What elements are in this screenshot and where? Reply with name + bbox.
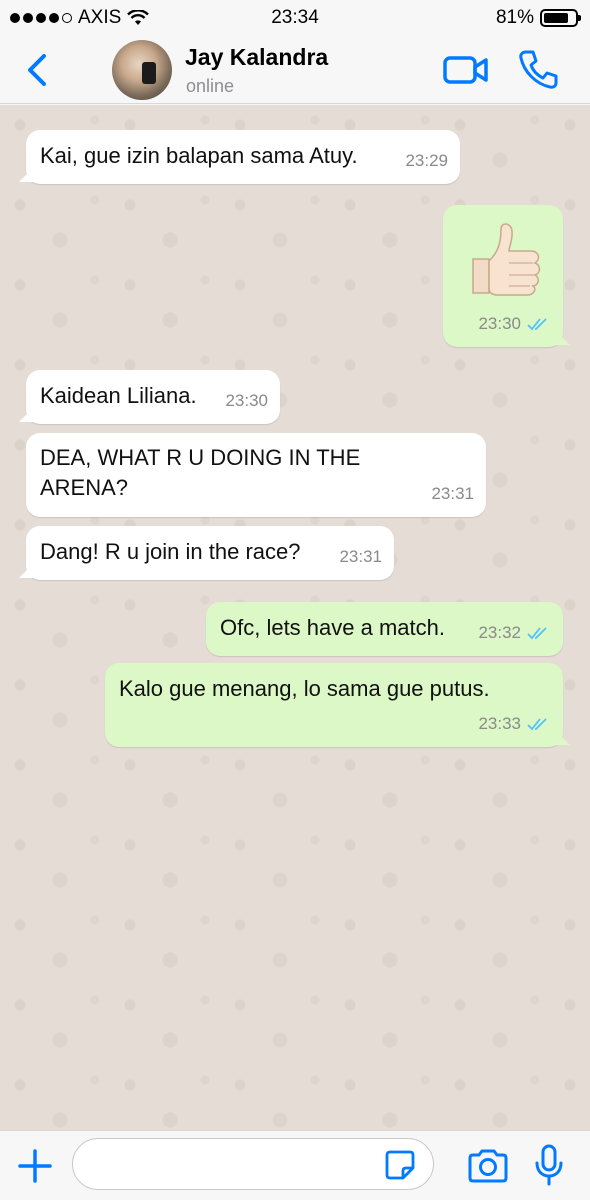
message-time: 23:30 bbox=[225, 391, 268, 410]
message-input[interactable] bbox=[72, 1138, 434, 1190]
message-meta: 23:29 bbox=[405, 146, 448, 176]
video-camera-icon bbox=[443, 56, 488, 84]
battery-icon bbox=[540, 9, 581, 27]
message-input-bar bbox=[0, 1130, 590, 1200]
message-text: DEA, WHAT R U DOING IN THE ARENA? bbox=[40, 445, 361, 500]
camera-icon bbox=[468, 1149, 508, 1183]
camera-button[interactable] bbox=[466, 1148, 510, 1184]
message-incoming[interactable]: Kaidean Liliana. 23:30 bbox=[26, 370, 280, 424]
microphone-icon bbox=[535, 1144, 563, 1186]
contact-avatar[interactable] bbox=[112, 40, 172, 100]
message-time: 23:33 bbox=[478, 714, 521, 733]
battery-percent: 81% bbox=[495, 7, 534, 28]
attach-button[interactable] bbox=[16, 1147, 54, 1185]
message-time: 23:30 bbox=[478, 314, 521, 333]
message-text: Ofc, lets have a match. bbox=[220, 615, 445, 640]
message-meta: 23:33 bbox=[478, 709, 551, 739]
message-time: 23:32 bbox=[478, 623, 521, 642]
chevron-left-icon bbox=[28, 54, 46, 86]
message-text: Dang! R u join in the race? bbox=[40, 539, 301, 564]
message-text: Kalo gue menang, lo sama gue putus. bbox=[119, 676, 490, 701]
sticker-icon bbox=[385, 1150, 415, 1180]
phone-icon bbox=[519, 50, 558, 89]
message-outgoing[interactable]: Ofc, lets have a match. 23:32 bbox=[206, 602, 563, 656]
message-incoming[interactable]: DEA, WHAT R U DOING IN THE ARENA? 23:31 bbox=[26, 433, 486, 517]
chat-area[interactable]: Kai, gue izin balapan sama Atuy. 23:29 2… bbox=[0, 105, 590, 1130]
double-check-read-icon bbox=[527, 718, 547, 731]
battery-info: 81% bbox=[495, 7, 581, 29]
plus-icon bbox=[18, 1149, 52, 1183]
message-time: 23:31 bbox=[339, 547, 382, 566]
voice-call-button[interactable] bbox=[518, 48, 558, 90]
message-time: 23:29 bbox=[405, 151, 448, 170]
double-check-read-icon bbox=[527, 318, 547, 331]
message-meta: 23:30 bbox=[478, 309, 551, 339]
message-meta: 23:32 bbox=[478, 618, 551, 648]
chat-header: Jay Kalandra online bbox=[0, 36, 590, 104]
message-time: 23:31 bbox=[431, 484, 474, 503]
thumbs-up-emoji-icon bbox=[472, 223, 541, 296]
message-text: Kai, gue izin balapan sama Atuy. bbox=[40, 143, 358, 168]
message-incoming[interactable]: Kai, gue izin balapan sama Atuy. 23:29 bbox=[26, 130, 460, 184]
message-outgoing[interactable]: 23:30 bbox=[443, 205, 563, 347]
message-meta: 23:31 bbox=[431, 479, 474, 509]
voice-message-button[interactable] bbox=[534, 1143, 564, 1187]
sticker-button[interactable] bbox=[384, 1149, 416, 1181]
double-check-read-icon bbox=[527, 627, 547, 640]
video-call-button[interactable] bbox=[442, 50, 490, 90]
message-meta: 23:31 bbox=[339, 542, 382, 572]
message-meta: 23:30 bbox=[225, 386, 268, 416]
contact-name[interactable]: Jay Kalandra bbox=[185, 44, 328, 71]
back-button[interactable] bbox=[18, 50, 58, 90]
message-incoming[interactable]: Dang! R u join in the race? 23:31 bbox=[26, 526, 394, 580]
message-outgoing[interactable]: Kalo gue menang, lo sama gue putus. 23:3… bbox=[105, 663, 563, 747]
contact-status: online bbox=[186, 76, 235, 96]
message-text: Kaidean Liliana. bbox=[40, 383, 197, 408]
status-bar: AXIS 23:34 81% bbox=[0, 0, 590, 36]
